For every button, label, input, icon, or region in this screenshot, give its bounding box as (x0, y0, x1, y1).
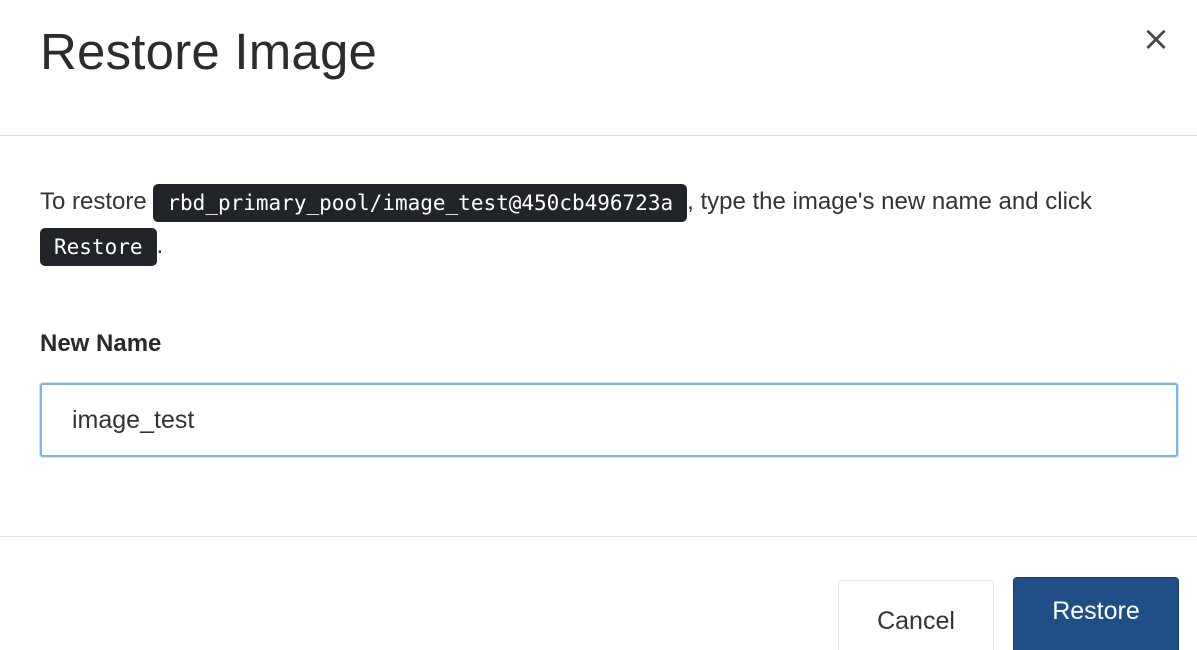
instruction-suffix: . (156, 232, 164, 259)
instruction-middle: , type the image's new name and click (687, 188, 1092, 215)
restore-image-dialog: Restore Image × To restore rbd_primary_p… (0, 0, 1197, 650)
new-name-input[interactable] (40, 383, 1178, 457)
dialog-title: Restore Image (40, 23, 378, 80)
instruction-prefix: To restore (40, 188, 154, 215)
dialog-body: To restore rbd_primary_pool/image_test@4… (40, 180, 1180, 268)
cancel-button[interactable]: Cancel (838, 580, 994, 650)
restore-button[interactable]: Restore (1013, 577, 1179, 650)
footer-divider (0, 536, 1197, 537)
close-icon[interactable]: × (1139, 22, 1173, 56)
restore-instructions: To restore rbd_primary_pool/image_test@4… (40, 180, 1180, 268)
dialog-header: Restore Image × (0, 0, 1197, 136)
snapshot-name-code: rbd_primary_pool/image_test@450cb496723a (153, 183, 688, 222)
restore-keyword-code: Restore (40, 227, 157, 266)
new-name-label: New Name (40, 330, 162, 357)
